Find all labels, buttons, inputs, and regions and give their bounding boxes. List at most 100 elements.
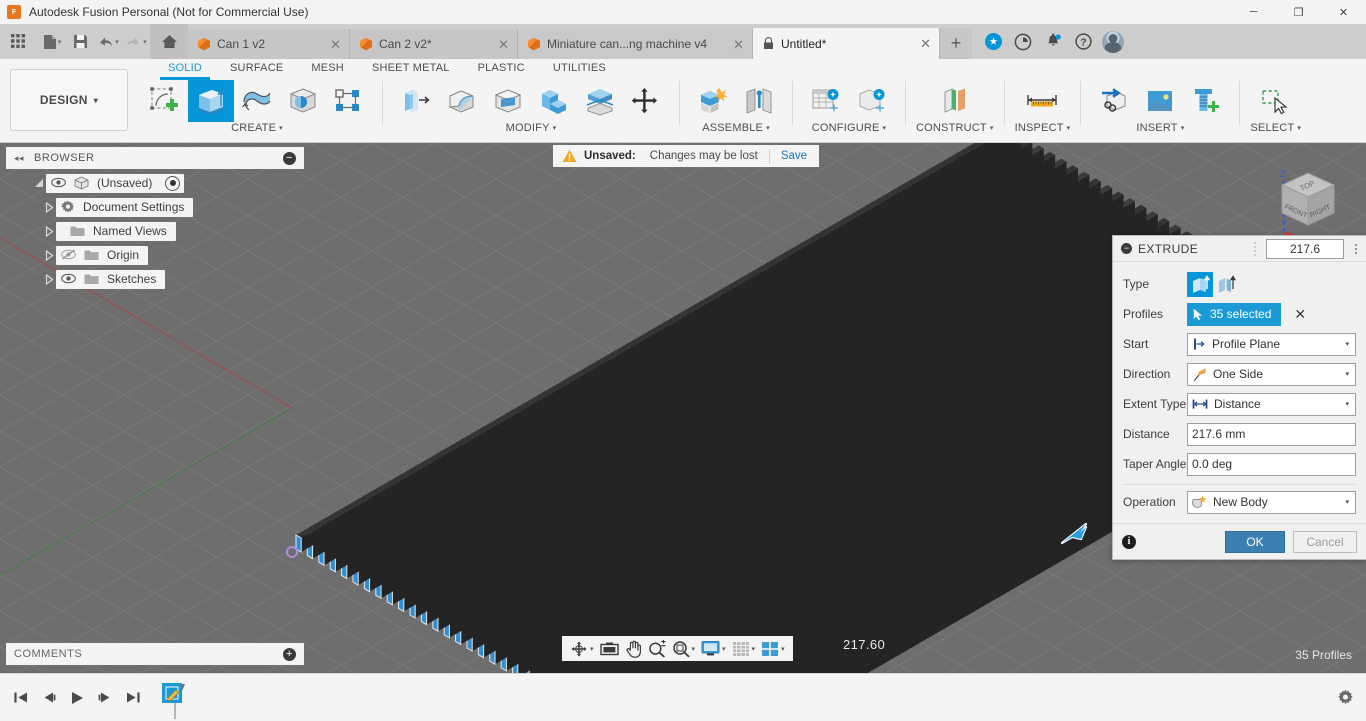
chevron-down-icon[interactable]: ▾ [1345, 340, 1349, 348]
shell-button[interactable] [485, 80, 531, 122]
extrude-profiles-clear-icon[interactable]: ✕ [1294, 307, 1306, 321]
insert-mcmaster-part-button[interactable] [1183, 80, 1229, 122]
orbit-button[interactable]: ▾ [567, 636, 597, 661]
extrude-overflow-menu-icon[interactable] [1350, 243, 1362, 254]
activate-component-radio[interactable] [165, 175, 181, 191]
split-face-button[interactable] [577, 80, 623, 122]
tab-utilities[interactable]: UTILITIES [539, 59, 620, 77]
zoom-button[interactable] [645, 636, 669, 661]
document-tab-can1[interactable]: Can 1 v2 ✕ [188, 29, 350, 59]
new-tab-button[interactable]: + [940, 28, 972, 59]
chevron-down-icon[interactable]: ▾ [1345, 498, 1349, 506]
display-settings-caret[interactable]: ▾ [722, 645, 726, 653]
tree-expand-arrow[interactable] [42, 219, 56, 243]
comments-panel[interactable]: COMMENTS + [6, 643, 304, 665]
move-copy-button[interactable] [623, 80, 669, 122]
tree-item-sketches[interactable]: Sketches [6, 267, 304, 291]
timeline-settings[interactable] [1337, 689, 1354, 706]
ok-button[interactable]: OK [1225, 530, 1285, 553]
go-to-beginning-button[interactable] [10, 685, 32, 711]
tree-item-origin[interactable]: Origin [6, 243, 304, 267]
minimize-button[interactable]: ─ [1231, 0, 1276, 24]
home-icon[interactable] [150, 24, 188, 59]
workspace-selector[interactable]: DESIGN ▾ [10, 69, 128, 131]
orbit-caret[interactable]: ▾ [590, 645, 594, 653]
go-to-end-button[interactable] [122, 685, 144, 711]
extrude-start-dropdown[interactable]: Profile Plane ▾ [1187, 332, 1356, 356]
new-component-button[interactable] [690, 80, 736, 122]
visibility-eye-off-icon[interactable] [61, 249, 76, 261]
help-icon[interactable]: ? [1068, 27, 1098, 57]
extrude-direction-dropdown[interactable]: One Side ▾ [1187, 362, 1356, 386]
measure-button[interactable] [1019, 80, 1065, 122]
extrude-distance-input[interactable]: 217.6 mm [1187, 422, 1356, 446]
document-tab-close-icon[interactable]: ✕ [498, 38, 509, 51]
extrude-taper-angle-input[interactable]: 0.0 deg [1187, 452, 1356, 476]
job-status-icon[interactable] [1008, 27, 1038, 57]
browser-header[interactable]: ◂◂ BROWSER − [6, 147, 304, 169]
dialog-grip-icon[interactable] [1254, 241, 1260, 257]
undo-icon[interactable]: ▾ [94, 27, 122, 57]
tree-expand-arrow[interactable] [32, 171, 46, 195]
document-tab-untitled[interactable]: Untitled* ✕ [753, 28, 940, 59]
play-button[interactable] [66, 685, 88, 711]
create-sketch-button[interactable] [142, 80, 188, 122]
configure-model-button[interactable] [849, 80, 895, 122]
user-avatar[interactable] [1098, 27, 1128, 57]
chevron-down-icon[interactable]: ▾ [1345, 370, 1349, 378]
app-grid-icon[interactable] [4, 27, 32, 57]
document-tab-miniature[interactable]: Miniature can...ng machine v4 ✕ [518, 29, 753, 59]
sweep-button[interactable] [280, 80, 326, 122]
new-document-caret[interactable]: ▾ [58, 38, 62, 46]
tree-item-named-views[interactable]: Named Views [6, 219, 304, 243]
grid-snaps-button[interactable]: ▾ [729, 636, 759, 661]
extrude-collapse-icon[interactable]: − [1121, 243, 1132, 254]
redo-icon[interactable]: ▾ [122, 27, 150, 57]
extrude-extent-type-dropdown[interactable]: Distance ▾ [1187, 392, 1356, 416]
document-tab-can2[interactable]: Can 2 v2* ✕ [350, 29, 518, 59]
save-icon[interactable] [66, 27, 94, 57]
extrude-profiles-selection[interactable]: 35 selected [1187, 302, 1282, 326]
extrude-button[interactable] [188, 80, 234, 122]
chevron-down-icon[interactable]: ▾ [1345, 400, 1349, 408]
tree-item-document-settings[interactable]: Document Settings [6, 195, 304, 219]
undo-caret[interactable]: ▾ [115, 38, 119, 46]
tree-expand-arrow[interactable] [42, 267, 56, 291]
notifications-bell-icon[interactable] [1038, 27, 1068, 57]
insert-derive-button[interactable] [1091, 80, 1137, 122]
configuration-table-button[interactable] [803, 80, 849, 122]
revolve-button[interactable] [234, 80, 280, 122]
zoom-window-button[interactable]: ▾ [669, 636, 699, 661]
step-back-button[interactable] [38, 685, 60, 711]
extrude-dialog[interactable]: − EXTRUDE Type Profiles [1112, 235, 1366, 560]
info-icon[interactable]: i [1122, 534, 1136, 549]
extrude-dialog-header[interactable]: − EXTRUDE [1113, 236, 1366, 262]
press-pull-button[interactable] [393, 80, 439, 122]
extrude-type-profile-button[interactable] [1187, 271, 1213, 297]
tree-expand-arrow[interactable] [42, 195, 56, 219]
redo-caret[interactable]: ▾ [143, 38, 147, 46]
fillet-button[interactable] [439, 80, 485, 122]
step-forward-button[interactable] [94, 685, 116, 711]
document-tab-close-icon[interactable]: ✕ [920, 37, 931, 50]
offset-plane-button[interactable] [932, 80, 978, 122]
tree-root-node[interactable]: (Unsaved) [6, 171, 304, 195]
tab-solid[interactable]: SOLID [154, 59, 216, 80]
pan-button[interactable] [622, 636, 645, 661]
window-selection-button[interactable] [1253, 80, 1299, 122]
timeline-feature-sketch[interactable] [158, 681, 192, 719]
zoom-window-caret[interactable]: ▾ [692, 645, 696, 653]
tab-plastic[interactable]: PLASTIC [464, 59, 539, 77]
insert-canvas-button[interactable] [1137, 80, 1183, 122]
new-document-icon[interactable]: ▾ [38, 27, 66, 57]
extrude-type-thin-button[interactable] [1213, 272, 1239, 297]
cancel-button[interactable]: Cancel [1293, 530, 1357, 553]
tab-surface[interactable]: SURFACE [216, 59, 297, 77]
extrude-operation-dropdown[interactable]: New Body ▾ [1187, 490, 1356, 514]
extrude-distance-header-input[interactable] [1266, 238, 1344, 259]
visibility-eye-icon[interactable] [61, 273, 76, 285]
display-settings-button[interactable]: ▾ [698, 636, 729, 661]
document-tab-close-icon[interactable]: ✕ [330, 38, 341, 51]
document-tab-close-icon[interactable]: ✕ [733, 38, 744, 51]
tree-expand-arrow[interactable] [42, 243, 56, 267]
